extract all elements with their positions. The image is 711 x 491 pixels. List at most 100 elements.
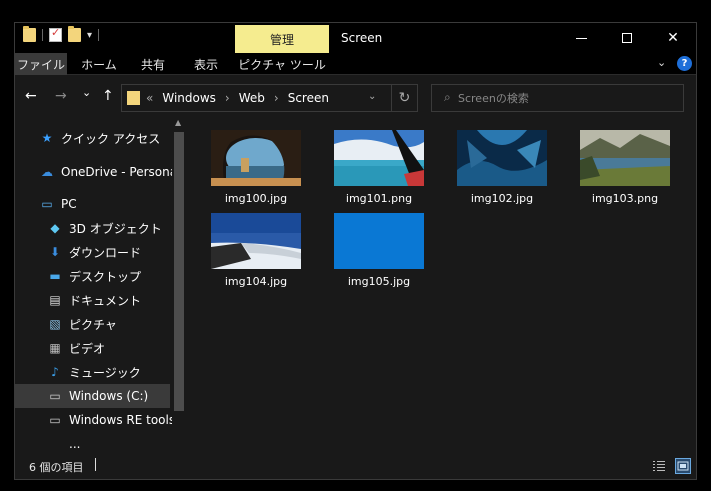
sidebar-item-label: ダウンロード — [69, 245, 142, 260]
search-icon: ⌕ — [444, 90, 451, 104]
breadcrumb-screen[interactable]: Screen — [288, 91, 329, 105]
scrollbar-thumb[interactable] — [174, 132, 184, 411]
file-item[interactable]: img100.jpg — [201, 120, 311, 205]
desktop-icon: ▬ — [49, 269, 61, 283]
drive-icon: ▭ — [49, 413, 61, 427]
sidebar-item-label: OneDrive - Personal — [61, 165, 181, 179]
music-icon: ♪ — [51, 365, 59, 379]
sidebar-item-label: PC — [61, 197, 77, 211]
minimize-icon — [575, 37, 587, 39]
breadcrumb-windows[interactable]: Windows — [162, 91, 216, 105]
sidebar-item[interactable]: ★ クイック アクセス — [15, 126, 170, 150]
up-button[interactable]: ↑ — [102, 88, 114, 104]
download-icon: ⬇ — [49, 245, 61, 259]
sidebar-item[interactable]: ▬ デスクトップ — [15, 264, 170, 288]
file-item[interactable]: img102.jpg — [447, 120, 557, 205]
details-view-button[interactable] — [651, 458, 667, 474]
tab-view[interactable]: 表示 — [181, 53, 231, 75]
tab-file[interactable]: ファイル — [15, 53, 67, 75]
file-item[interactable]: img101.png — [324, 120, 434, 205]
properties-icon[interactable] — [49, 26, 62, 42]
sidebar-item[interactable]: ▭ PC — [15, 192, 170, 216]
large-icons-view-button[interactable] — [675, 458, 691, 474]
file-name: img104.jpg — [224, 275, 288, 288]
navigation-pane: ★ クイック アクセス ☁ OneDrive - Personal ▭ PC ◆ 3D オブジ… — [15, 116, 186, 453]
navigation-bar: ← → ⌄ ↑ « Windows › Web › Screen ⌄ ↻ ⌕ — [15, 76, 696, 116]
breadcrumb-separator[interactable]: › — [274, 91, 279, 105]
maximize-button[interactable] — [604, 23, 650, 53]
breadcrumb-separator[interactable]: › — [225, 91, 230, 105]
maximize-icon — [622, 33, 632, 43]
breadcrumb: « Windows › Web › Screen — [146, 91, 329, 105]
help-icon[interactable]: ? — [677, 56, 692, 71]
sidebar-item-label: Windows (C:) — [69, 389, 149, 403]
close-button[interactable]: ✕ — [650, 23, 696, 53]
sidebar-item-label: ビデオ — [69, 341, 106, 356]
star-icon: ★ — [41, 131, 53, 145]
manage-tab[interactable]: 管理 — [235, 25, 329, 53]
window-title: Screen — [341, 31, 383, 45]
minimize-button[interactable] — [558, 23, 604, 53]
file-item[interactable]: img105.jpg — [324, 203, 434, 288]
new-folder-icon[interactable] — [68, 26, 81, 42]
tab-share[interactable]: 共有 — [129, 53, 177, 75]
address-bar[interactable]: « Windows › Web › Screen ⌄ — [121, 84, 392, 112]
breadcrumb-overflow[interactable]: « — [146, 91, 153, 105]
sidebar-item-label: ミュージック — [69, 365, 141, 380]
drive-icon — [47, 436, 63, 452]
sidebar-item[interactable]: ☁ OneDrive - Personal — [15, 160, 180, 184]
sidebar-item[interactable]: ... — [15, 432, 170, 453]
scroll-up-icon[interactable]: ▲ — [175, 118, 181, 127]
forward-button[interactable]: → — [55, 88, 67, 104]
refresh-icon: ↻ — [398, 90, 411, 106]
drive-icon: ▭ — [49, 389, 61, 403]
sidebar-item[interactable]: ▭ Windows RE tools ( — [15, 408, 183, 432]
search-input[interactable] — [458, 89, 658, 107]
thumbnail — [211, 130, 301, 186]
recent-locations-button[interactable]: ⌄ — [82, 86, 91, 99]
ribbon-expand-icon[interactable]: ⌄ — [657, 56, 666, 69]
breadcrumb-web[interactable]: Web — [239, 91, 265, 105]
thumbnail — [334, 130, 424, 186]
status-bar: 6 個の項目 — [15, 453, 696, 479]
sidebar-item[interactable]: ▤ ドキュメント — [15, 288, 170, 312]
folder-icon[interactable] — [23, 26, 36, 42]
cloud-icon: ☁ — [41, 165, 53, 179]
details-view-icon — [653, 461, 665, 471]
sidebar-scrollbar[interactable]: ▲ — [172, 116, 186, 453]
sidebar-item[interactable]: ⬇ ダウンロード — [15, 240, 170, 264]
sidebar-item-label: ピクチャ — [69, 317, 117, 332]
sidebar-item-label: ドキュメント — [69, 293, 142, 308]
qat-dropdown-icon[interactable]: ▾ — [87, 30, 92, 41]
file-item[interactable]: img103.png — [570, 120, 680, 205]
file-name: img102.jpg — [470, 192, 534, 205]
computer-icon: ▭ — [41, 197, 53, 211]
pictures-icon: ▧ — [49, 317, 61, 331]
address-dropdown-icon[interactable]: ⌄ — [368, 91, 376, 102]
item-count: 6 個の項目 — [29, 461, 84, 474]
sidebar-item-label: デスクトップ — [69, 269, 142, 284]
title-bar: ▾ 管理 Screen ✕ — [15, 23, 696, 53]
sidebar-item-label: クイック アクセス — [61, 131, 161, 146]
sidebar-item[interactable]: ▧ ピクチャ — [15, 312, 170, 336]
sidebar-item[interactable]: ▦ ビデオ — [15, 336, 170, 360]
sidebar-item[interactable]: ♪ ミュージック — [15, 360, 170, 384]
sidebar-item[interactable]: ◆ 3D オブジェクト — [15, 216, 170, 240]
search-box[interactable]: ⌕ — [431, 84, 684, 112]
sidebar-item[interactable]: ▭ Windows (C:) — [15, 384, 170, 408]
file-name: img105.jpg — [347, 275, 411, 288]
tab-picture-tools[interactable]: ピクチャ ツール — [235, 53, 329, 75]
tab-home[interactable]: ホーム — [69, 53, 129, 75]
thumbnail — [457, 130, 547, 186]
close-icon: ✕ — [667, 30, 679, 46]
thumbnail — [211, 213, 301, 269]
back-button[interactable]: ← — [25, 88, 37, 104]
cube-icon: ◆ — [50, 221, 60, 235]
file-view: img100.jpg img101.png img102.jpg img103.… — [189, 116, 696, 453]
sidebar-item-label: Windows RE tools ( — [69, 413, 184, 427]
refresh-button[interactable]: ↻ — [392, 84, 418, 112]
folder-icon — [127, 91, 140, 105]
file-item[interactable]: img104.jpg — [201, 203, 311, 288]
quick-access-toolbar: ▾ — [23, 26, 100, 42]
document-icon: ▤ — [49, 293, 61, 307]
